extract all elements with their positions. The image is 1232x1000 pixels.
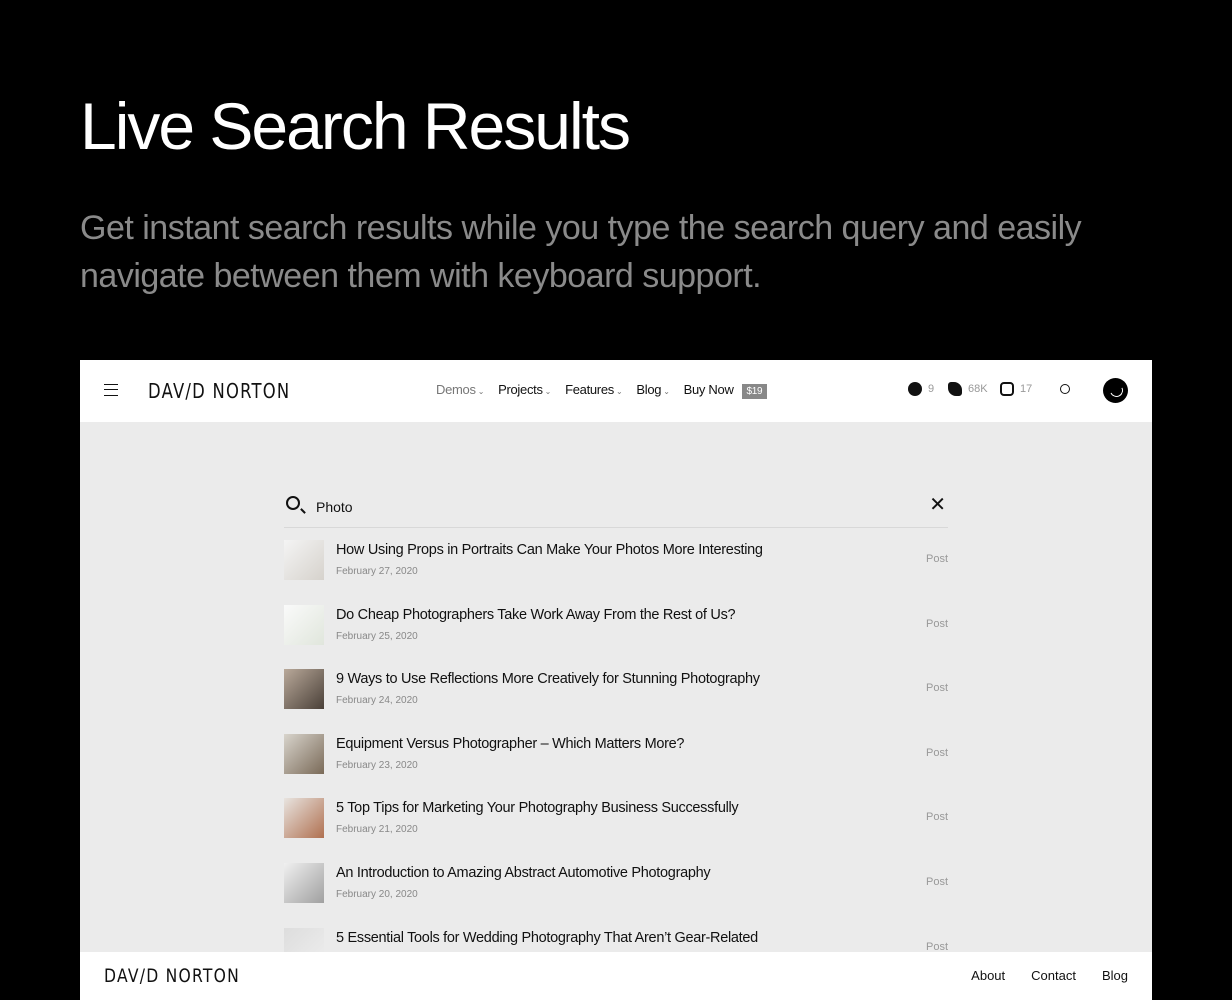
result-date: February 25, 2020 [336, 631, 418, 642]
result-thumbnail [284, 669, 324, 709]
search-query[interactable]: Photo [316, 499, 353, 515]
chevron-down-icon: ⌄ [615, 387, 623, 396]
twitter-icon [948, 382, 962, 396]
instagram-icon [1000, 382, 1014, 396]
instagram-link[interactable]: 17 [1000, 382, 1032, 396]
chevron-down-icon: ⌄ [477, 387, 485, 396]
twitter-count: 68K [968, 383, 988, 395]
result-item[interactable]: How Using Props in Portraits Can Make Yo… [284, 540, 948, 580]
facebook-count: 9 [928, 383, 935, 395]
nav-label: Features [565, 382, 614, 397]
dark-mode-toggle-icon[interactable] [1103, 378, 1128, 403]
nav-blog[interactable]: Blog ⌄ [636, 382, 670, 397]
chevron-down-icon: ⌄ [663, 387, 670, 396]
result-title[interactable]: 9 Ways to Use Reflections More Creativel… [336, 671, 760, 687]
nav-label: Projects [498, 382, 543, 397]
nav-projects[interactable]: Projects ⌄ [498, 382, 551, 397]
hero-subtitle: Get instant search results while you typ… [80, 209, 1082, 295]
search-input[interactable]: Photo ✕ [284, 488, 948, 528]
hero-title: Live Search Results [80, 89, 631, 163]
nav-demos[interactable]: Demos ⌄ [436, 382, 484, 397]
result-item[interactable]: Do Cheap Photographers Take Work Away Fr… [284, 605, 948, 645]
site-preview: DAV/D NORTON Demos ⌄ Projects ⌄ Features ⌄ … [80, 360, 1152, 1000]
footer-link-about[interactable]: About [971, 968, 1005, 983]
result-title[interactable]: An Introduction to Amazing Abstract Auto… [336, 865, 711, 881]
nav-features[interactable]: Features ⌄ [565, 382, 623, 397]
result-thumbnail [284, 798, 324, 838]
nav-label: Buy Now [683, 382, 734, 397]
search-icon[interactable] [1060, 384, 1070, 394]
result-thumbnail [284, 863, 324, 903]
result-item[interactable]: 9 Ways to Use Reflections More Creativel… [284, 669, 948, 709]
result-thumbnail [284, 540, 324, 580]
result-title[interactable]: Equipment Versus Photographer – Which Ma… [336, 736, 684, 752]
nav-label: Blog [636, 382, 662, 397]
close-icon[interactable]: ✕ [929, 492, 946, 517]
result-item[interactable]: Equipment Versus Photographer – Which Ma… [284, 734, 948, 774]
result-title[interactable]: Do Cheap Photographers Take Work Away Fr… [336, 607, 736, 623]
result-date: February 23, 2020 [336, 760, 418, 771]
facebook-icon [908, 382, 922, 396]
result-title[interactable]: How Using Props in Portraits Can Make Yo… [336, 542, 763, 558]
result-thumbnail [284, 734, 324, 774]
result-type: Post [925, 553, 948, 565]
nav-label: Demos [436, 382, 476, 397]
search-icon [286, 496, 300, 510]
result-item[interactable]: An Introduction to Amazing Abstract Auto… [284, 863, 948, 903]
site-logo[interactable]: DAV/D NORTON [148, 379, 290, 403]
site-header: DAV/D NORTON Demos ⌄ Projects ⌄ Features ⌄ … [80, 360, 1152, 422]
result-type: Post [925, 876, 948, 888]
result-date: February 20, 2020 [336, 889, 418, 900]
twitter-link[interactable]: 68K [948, 382, 988, 396]
price-badge: $19 [741, 384, 768, 399]
result-date: February 24, 2020 [336, 695, 418, 706]
result-title[interactable]: 5 Top Tips for Marketing Your Photograph… [336, 800, 739, 816]
result-item[interactable]: 5 Top Tips for Marketing Your Photograph… [284, 798, 948, 838]
result-thumbnail [284, 605, 324, 645]
nav-buy-now[interactable]: Buy Now $19 [683, 382, 768, 399]
result-type: Post [925, 811, 948, 823]
result-type: Post [925, 618, 948, 630]
result-date: February 27, 2020 [336, 566, 418, 577]
menu-icon[interactable] [104, 384, 118, 396]
footer-nav: About Contact Blog [971, 968, 1128, 983]
result-date: February 21, 2020 [336, 824, 418, 835]
instagram-count: 17 [1020, 383, 1033, 395]
footer-link-contact[interactable]: Contact [1031, 968, 1076, 983]
chevron-down-icon: ⌄ [544, 387, 552, 396]
result-type: Post [925, 747, 948, 759]
result-title[interactable]: 5 Essential Tools for Wedding Photograph… [336, 930, 758, 946]
footer-logo[interactable]: DAV/D NORTON [104, 965, 240, 987]
footer-link-blog[interactable]: Blog [1102, 968, 1128, 983]
main-nav: Demos ⌄ Projects ⌄ Features ⌄ Blog ⌄ Buy Now… [436, 382, 768, 399]
site-footer: DAV/D NORTON About Contact Blog [80, 952, 1152, 1000]
facebook-link[interactable]: 9 [908, 382, 934, 396]
result-type: Post [925, 682, 948, 694]
